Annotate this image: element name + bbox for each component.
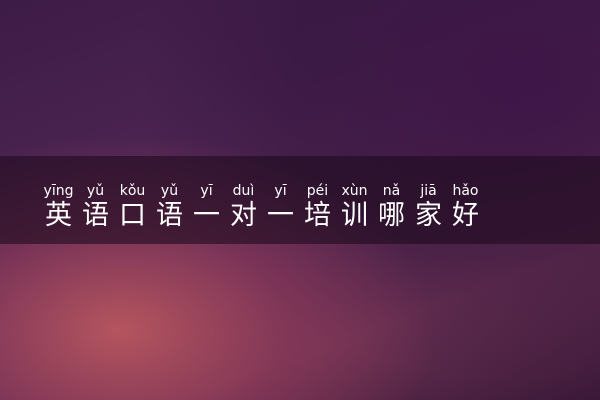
pinyin-12: hǎo	[452, 183, 479, 199]
title-char-12: hǎo 好	[447, 183, 484, 233]
hanzi-7: 一	[267, 200, 294, 231]
title-char-9: xùn 训	[336, 183, 373, 233]
pinyin-1: yīng	[43, 183, 74, 199]
title-char-5: yī 一	[188, 183, 225, 233]
title-char-6: duì 对	[225, 183, 262, 233]
pinyin-8: péi	[306, 183, 329, 199]
hanzi-11: 家	[415, 200, 442, 231]
pinyin-2: yǔ	[86, 183, 105, 199]
hanzi-2: 语	[82, 200, 109, 231]
hanzi-4: 语	[156, 200, 183, 231]
pinyin-5: yī	[200, 183, 213, 199]
title-char-4: yǔ 语	[151, 183, 188, 233]
hanzi-10: 哪	[378, 200, 405, 231]
hanzi-1: 英	[45, 200, 72, 231]
title-char-1: yīng 英	[40, 183, 77, 233]
title-char-11: jiā 家	[410, 183, 447, 233]
hanzi-8: 培	[304, 200, 331, 231]
pinyin-9: xùn	[341, 183, 368, 199]
pinyin-3: kǒu	[119, 183, 146, 199]
ruby-title: yīng 英 yǔ 语 kǒu 口 yǔ 语 yī 一 duì 对 yī 一 p…	[40, 183, 484, 233]
hanzi-3: 口	[119, 200, 146, 231]
hanzi-12: 好	[452, 200, 479, 231]
pinyin-7: yī	[274, 183, 287, 199]
pinyin-6: duì	[232, 183, 255, 199]
pinyin-4: yǔ	[160, 183, 179, 199]
hanzi-6: 对	[230, 200, 257, 231]
hanzi-5: 一	[193, 200, 220, 231]
pinyin-10: nǎ	[382, 183, 401, 199]
title-char-3: kǒu 口	[114, 183, 151, 233]
title-char-2: yǔ 语	[77, 183, 114, 233]
hanzi-9: 训	[341, 200, 368, 231]
title-char-8: péi 培	[299, 183, 336, 233]
pinyin-11: jiā	[420, 183, 437, 199]
title-char-10: nǎ 哪	[373, 183, 410, 233]
title-char-7: yī 一	[262, 183, 299, 233]
